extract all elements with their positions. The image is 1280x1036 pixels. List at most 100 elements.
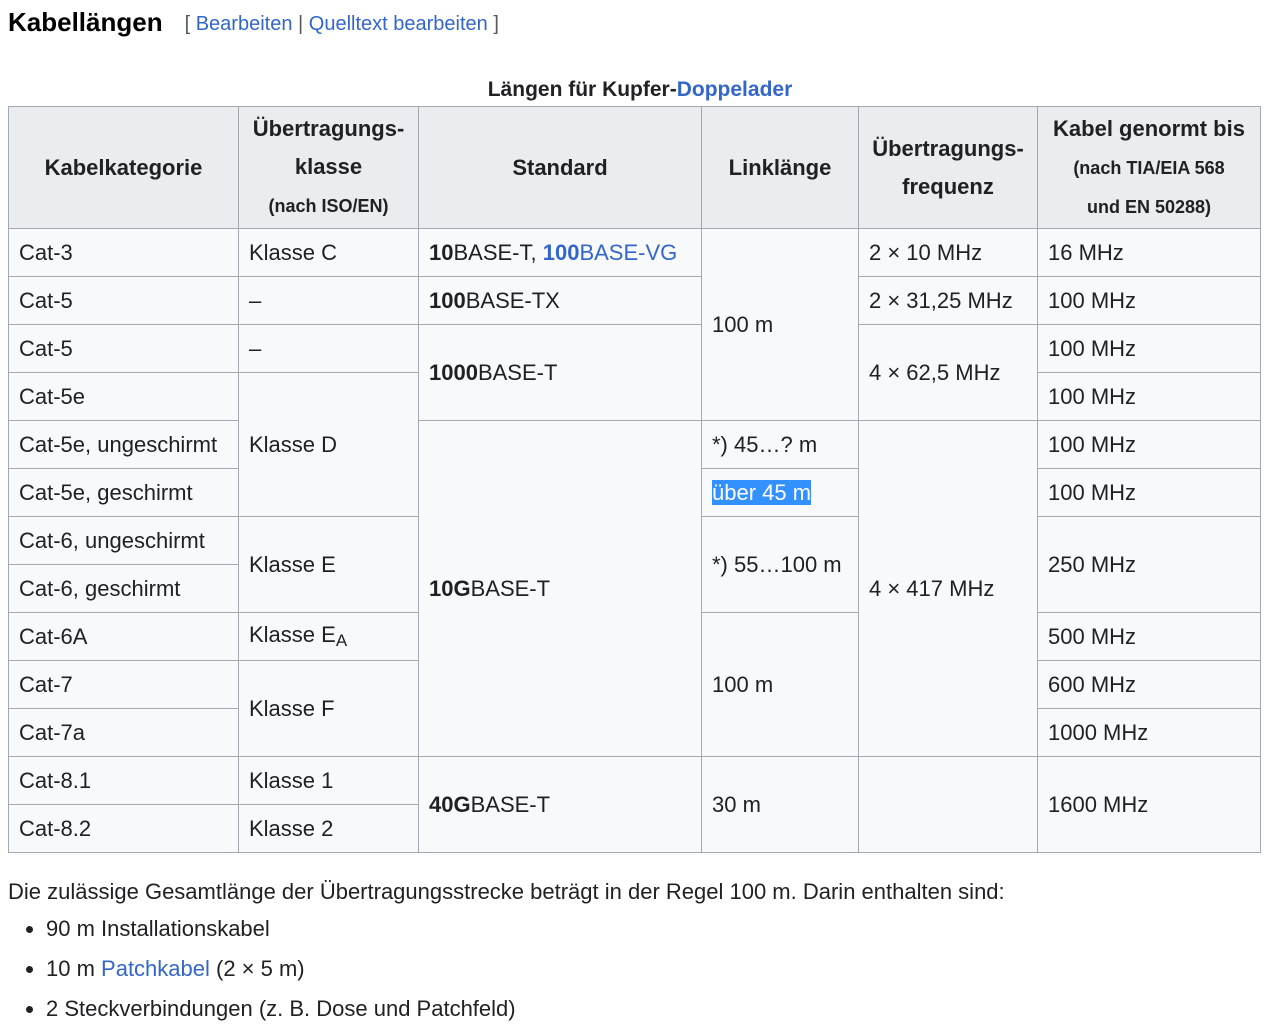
edit-separator: | [292, 13, 309, 35]
cell-category: Cat-3 [8, 228, 239, 277]
edit-section-links: [ Bearbeiten | Quelltext bearbeiten ] [185, 13, 499, 36]
cell-category: Cat-5e [8, 372, 239, 421]
cell-link-length: *) 55…100 m [701, 516, 859, 613]
cell-frequency: 4 × 62,5 MHz [858, 324, 1038, 421]
cell-norm: 100 MHz [1037, 276, 1261, 325]
table-row: Cat-5 – 100BASE-TX 2 × 31,25 MHz 100 MHz [8, 276, 1261, 325]
std-speed: 10G [429, 575, 471, 601]
edit-source-link[interactable]: Quelltext bearbeiten [309, 13, 488, 35]
header-norm-line1: Kabel genormt bis [1053, 115, 1245, 141]
cell-category: Cat-5 [8, 324, 239, 373]
section-title: Kabellängen [8, 7, 163, 37]
cell-norm: 1000 MHz [1037, 708, 1261, 757]
std-suffix: BASE-TX [465, 287, 560, 313]
cell-norm: 100 MHz [1037, 324, 1261, 373]
header-norm-line2: (nach TIA/EIA 568 [1073, 157, 1225, 178]
std-speed: 100 [429, 287, 466, 313]
cell-class: Klasse 2 [238, 804, 419, 853]
cell-class: Klasse C [238, 228, 419, 277]
bracket-open: [ [184, 13, 196, 35]
std-speed: 1000 [429, 359, 478, 385]
cell-class: Klasse D [238, 372, 419, 517]
header-row: Kabelkategorie Übertragungs-klasse (nach … [8, 106, 1261, 229]
cell-link-length: über 45 m [701, 468, 859, 517]
edit-link[interactable]: Bearbeiten [196, 13, 293, 35]
cell-category: Cat-8.2 [8, 804, 239, 853]
table-row: Cat-3 Klasse C 10BASE-T, 100BASE-VG 100 … [8, 228, 1261, 421]
cell-category: Cat-7 [8, 660, 239, 709]
cell-standard: 10BASE-T, 100BASE-VG [418, 228, 702, 277]
cell-category: Cat-7a [8, 708, 239, 757]
cell-norm: 500 MHz [1037, 612, 1261, 661]
cell-norm: 1600 MHz [1037, 756, 1261, 853]
table-row: Cat-5e, ungeschirmt 10GBASE-T *) 45…? m … [8, 420, 1261, 757]
length-list: 90 m Installationskabel 10 m Patchkabel … [8, 915, 1272, 1023]
std-speed: 10 [429, 239, 454, 265]
selected-text[interactable]: über 45 m [712, 479, 812, 505]
100base-vg-link[interactable]: 100BASE-VG [543, 240, 678, 265]
patchkabel-link[interactable]: Patchkabel [101, 956, 210, 981]
std-suffix-link: BASE-VG [579, 239, 678, 265]
cell-norm: 100 MHz [1037, 420, 1261, 469]
std-speed: 40G [429, 791, 471, 817]
cell-link-length: 30 m [701, 756, 859, 853]
header-norm-line3: und EN 50288) [1086, 196, 1212, 217]
caption-text: Längen für Kupfer- [487, 78, 677, 101]
header-linklaenge: Linklänge [701, 106, 859, 229]
cell-link-length: *) 45…? m [701, 420, 859, 469]
cell-class: Klasse F [238, 660, 419, 757]
cell-norm: 600 MHz [1037, 660, 1261, 709]
cell-class: Klasse EA [238, 612, 419, 661]
cell-standard: 10GBASE-T [418, 420, 702, 757]
header-frequenz: Übertragungs-frequenz [858, 106, 1038, 229]
cable-length-table: Kabelkategorie Übertragungs-klasse (nach … [8, 106, 1261, 853]
cell-category: Cat-5 [8, 276, 239, 325]
std-suffix: BASE-T, [453, 239, 543, 265]
list-item: 2 Steckverbindungen (z. B. Dose und Patc… [46, 995, 1272, 1023]
class-name: Klasse E [249, 622, 336, 647]
header-kabelkategorie: Kabelkategorie [8, 106, 239, 229]
header-freq-line2: frequenz [902, 173, 994, 199]
cell-frequency: 4 × 417 MHz [858, 420, 1038, 757]
cell-norm: 100 MHz [1037, 468, 1261, 517]
list-item: 10 m Patchkabel (2 × 5 m) [46, 955, 1272, 983]
std-suffix: BASE-T [477, 359, 558, 385]
cell-category: Cat-6A [8, 612, 239, 661]
doppelader-link[interactable]: Doppelader [677, 78, 793, 101]
length-note: Die zulässige Gesamtlänge der Übertragun… [8, 879, 1005, 904]
cell-class: – [238, 324, 419, 373]
cell-standard: 40GBASE-T [418, 756, 702, 853]
header-freq-line1: Übertragungs- [872, 135, 1024, 161]
cell-category: Cat-6, ungeschirmt [8, 516, 239, 565]
cell-norm: 250 MHz [1037, 516, 1261, 613]
header-uebertragungsklasse: Übertragungs-klasse (nach ISO/EN) [238, 106, 419, 229]
cell-link-length: 100 m [701, 612, 859, 757]
table-row: Cat-5 – 1000BASE-T 4 × 62,5 MHz 100 MHz [8, 324, 1261, 421]
section-heading-row: Kabellängen [ Bearbeiten | Quelltext bea… [8, 0, 1272, 50]
cell-category: Cat-8.1 [8, 756, 239, 805]
header-class-line1: Übertragungs- [252, 116, 405, 141]
list-item-suffix: (2 × 5 m) [209, 956, 305, 981]
list-item: 90 m Installationskabel [46, 915, 1272, 943]
cell-class: Klasse E [238, 516, 419, 613]
list-item-prefix: 10 m [46, 956, 102, 981]
std-suffix: BASE-T [470, 791, 551, 817]
cell-category: Cat-5e, geschirmt [8, 468, 239, 517]
bracket-close: ] [487, 13, 499, 35]
cell-class: Klasse 1 [238, 756, 419, 805]
header-standard: Standard [418, 106, 702, 229]
cell-standard: 1000BASE-T [418, 324, 702, 421]
table-row: Cat-8.1 Klasse 1 40GBASE-T 30 m 1600 MHz [8, 756, 1261, 853]
table-caption: Längen für Kupfer-Doppelader [8, 74, 1272, 106]
std-suffix: BASE-T [470, 575, 551, 601]
page: Kabellängen [ Bearbeiten | Quelltext bea… [0, 0, 1280, 1023]
cell-frequency: 2 × 31,25 MHz [858, 276, 1038, 325]
cell-class: – [238, 276, 419, 325]
cell-norm: 16 MHz [1037, 228, 1261, 277]
header-class-note: (nach ISO/EN) [268, 196, 389, 216]
cell-norm: 100 MHz [1037, 372, 1261, 421]
cell-frequency: 2 × 10 MHz [858, 228, 1038, 277]
cell-link-length: 100 m [701, 228, 859, 421]
cell-category: Cat-5e, ungeschirmt [8, 420, 239, 469]
class-subscript: A [335, 631, 348, 650]
